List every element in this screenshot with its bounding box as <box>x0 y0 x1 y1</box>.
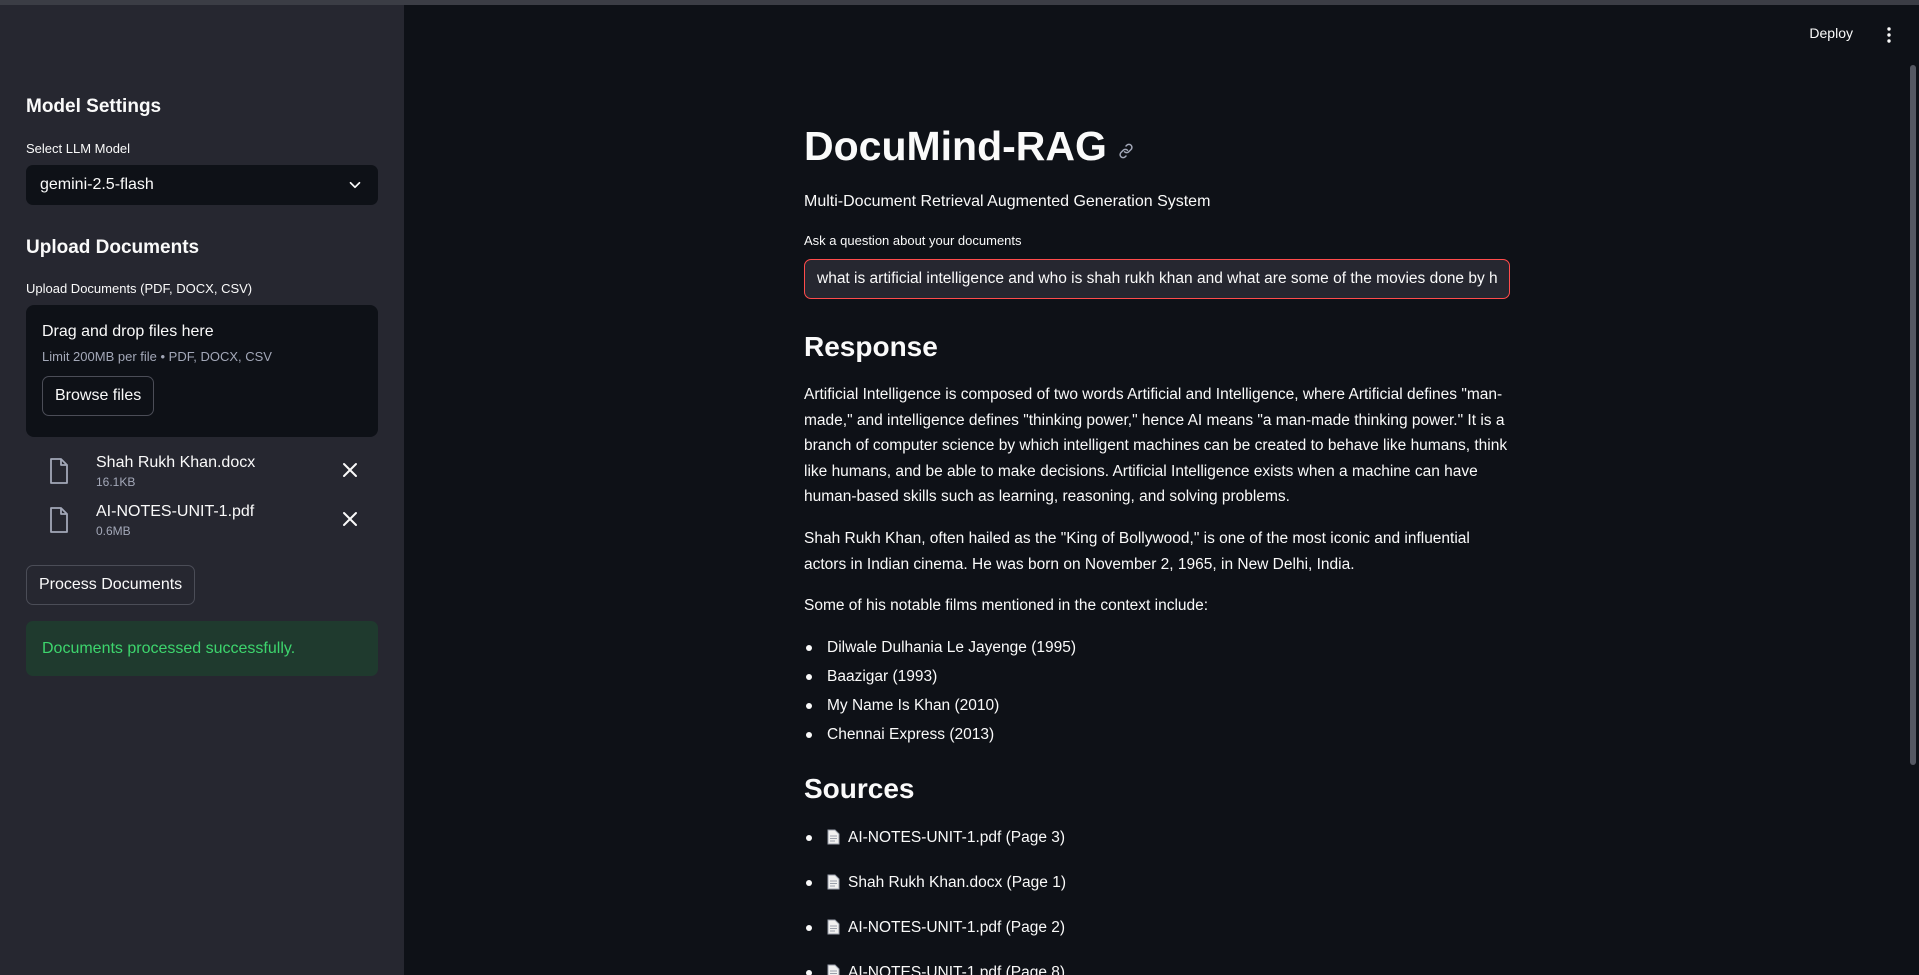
source-label: AI-NOTES-UNIT-1.pdf (Page 2) <box>848 919 1066 936</box>
sources-heading: Sources <box>804 773 915 804</box>
response-paragraph: Artificial Intelligence is composed of t… <box>804 386 1508 505</box>
response-paragraph: Some of his notable films mentioned in t… <box>804 597 1209 614</box>
sidebar: Model Settings Select LLM Model gemini-2… <box>0 5 404 975</box>
page-subtitle: Multi-Document Retrieval Augmented Gener… <box>804 193 1211 210</box>
chevron-down-icon <box>349 181 361 189</box>
file-icon <box>50 458 68 484</box>
uploaded-file-row: Shah Rukh Khan.docx 16.1KB <box>26 449 378 493</box>
response-heading: Response <box>804 331 938 362</box>
file-icon <box>50 507 68 533</box>
success-alert: Documents processed successfully. <box>26 621 378 676</box>
source-label: AI-NOTES-UNIT-1.pdf (Page 3) <box>848 829 1066 846</box>
link-icon[interactable] <box>1117 142 1135 160</box>
document-icon <box>827 829 840 845</box>
source-item: Shah Rukh Khan.docx (Page 1) <box>804 870 1066 915</box>
browse-files-button[interactable]: Browse files <box>42 376 155 416</box>
remove-file-icon[interactable] <box>340 460 360 480</box>
list-item: Dilwale Dulhania Le Jayenge (1995) <box>804 633 1076 662</box>
title-row: DocuMind-RAG <box>804 123 1135 170</box>
model-settings-heading: Model Settings <box>26 96 162 117</box>
question-input[interactable] <box>804 259 1510 299</box>
dropzone-limit: Limit 200MB per file • PDF, DOCX, CSV <box>42 349 272 364</box>
document-icon <box>827 874 840 890</box>
source-label: Shah Rukh Khan.docx (Page 1) <box>848 874 1066 891</box>
document-icon <box>827 919 840 935</box>
response-paragraph: Shah Rukh Khan, often hailed as the "Kin… <box>804 530 1470 573</box>
source-item: AI-NOTES-UNIT-1.pdf (Page 2) <box>804 915 1066 960</box>
list-item: My Name Is Khan (2010) <box>804 691 1076 720</box>
upload-label: Upload Documents (PDF, DOCX, CSV) <box>26 281 253 296</box>
file-size: 0.6MB <box>96 523 131 538</box>
process-documents-button[interactable]: Process Documents <box>26 565 196 605</box>
deploy-button[interactable]: Deploy <box>1809 25 1853 41</box>
list-item: Baazigar (1993) <box>804 662 1076 691</box>
question-label: Ask a question about your documents <box>804 233 1022 248</box>
document-icon <box>827 964 840 975</box>
source-item: AI-NOTES-UNIT-1.pdf (Page 3) <box>804 825 1066 870</box>
page-title: DocuMind-RAG <box>804 123 1107 169</box>
sources-list: AI-NOTES-UNIT-1.pdf (Page 3) Shah Rukh K… <box>804 825 1066 975</box>
remove-file-icon[interactable] <box>340 509 360 529</box>
source-label: AI-NOTES-UNIT-1.pdf (Page 8) <box>848 964 1066 975</box>
model-select-value: gemini-2.5-flash <box>40 176 154 193</box>
list-item: Chennai Express (2013) <box>804 720 1076 749</box>
scrollbar[interactable] <box>1910 65 1916 765</box>
dropzone-title: Drag and drop files here <box>42 323 214 340</box>
file-name: AI-NOTES-UNIT-1.pdf <box>96 502 255 520</box>
films-list: Dilwale Dulhania Le Jayenge (1995) Baazi… <box>804 633 1076 749</box>
uploaded-file-row: AI-NOTES-UNIT-1.pdf 0.6MB <box>26 498 378 542</box>
file-dropzone[interactable]: Drag and drop files here Limit 200MB per… <box>26 305 378 437</box>
more-options-icon[interactable] <box>1886 27 1892 43</box>
source-item: AI-NOTES-UNIT-1.pdf (Page 8) <box>804 960 1066 975</box>
upload-documents-heading: Upload Documents <box>26 237 200 258</box>
model-select[interactable]: gemini-2.5-flash <box>26 165 378 205</box>
main-area: Deploy DocuMind-RAG Multi-Document Retri… <box>404 5 1919 975</box>
model-select-label: Select LLM Model <box>26 141 131 156</box>
file-size: 16.1KB <box>96 474 136 489</box>
file-name: Shah Rukh Khan.docx <box>96 453 256 471</box>
